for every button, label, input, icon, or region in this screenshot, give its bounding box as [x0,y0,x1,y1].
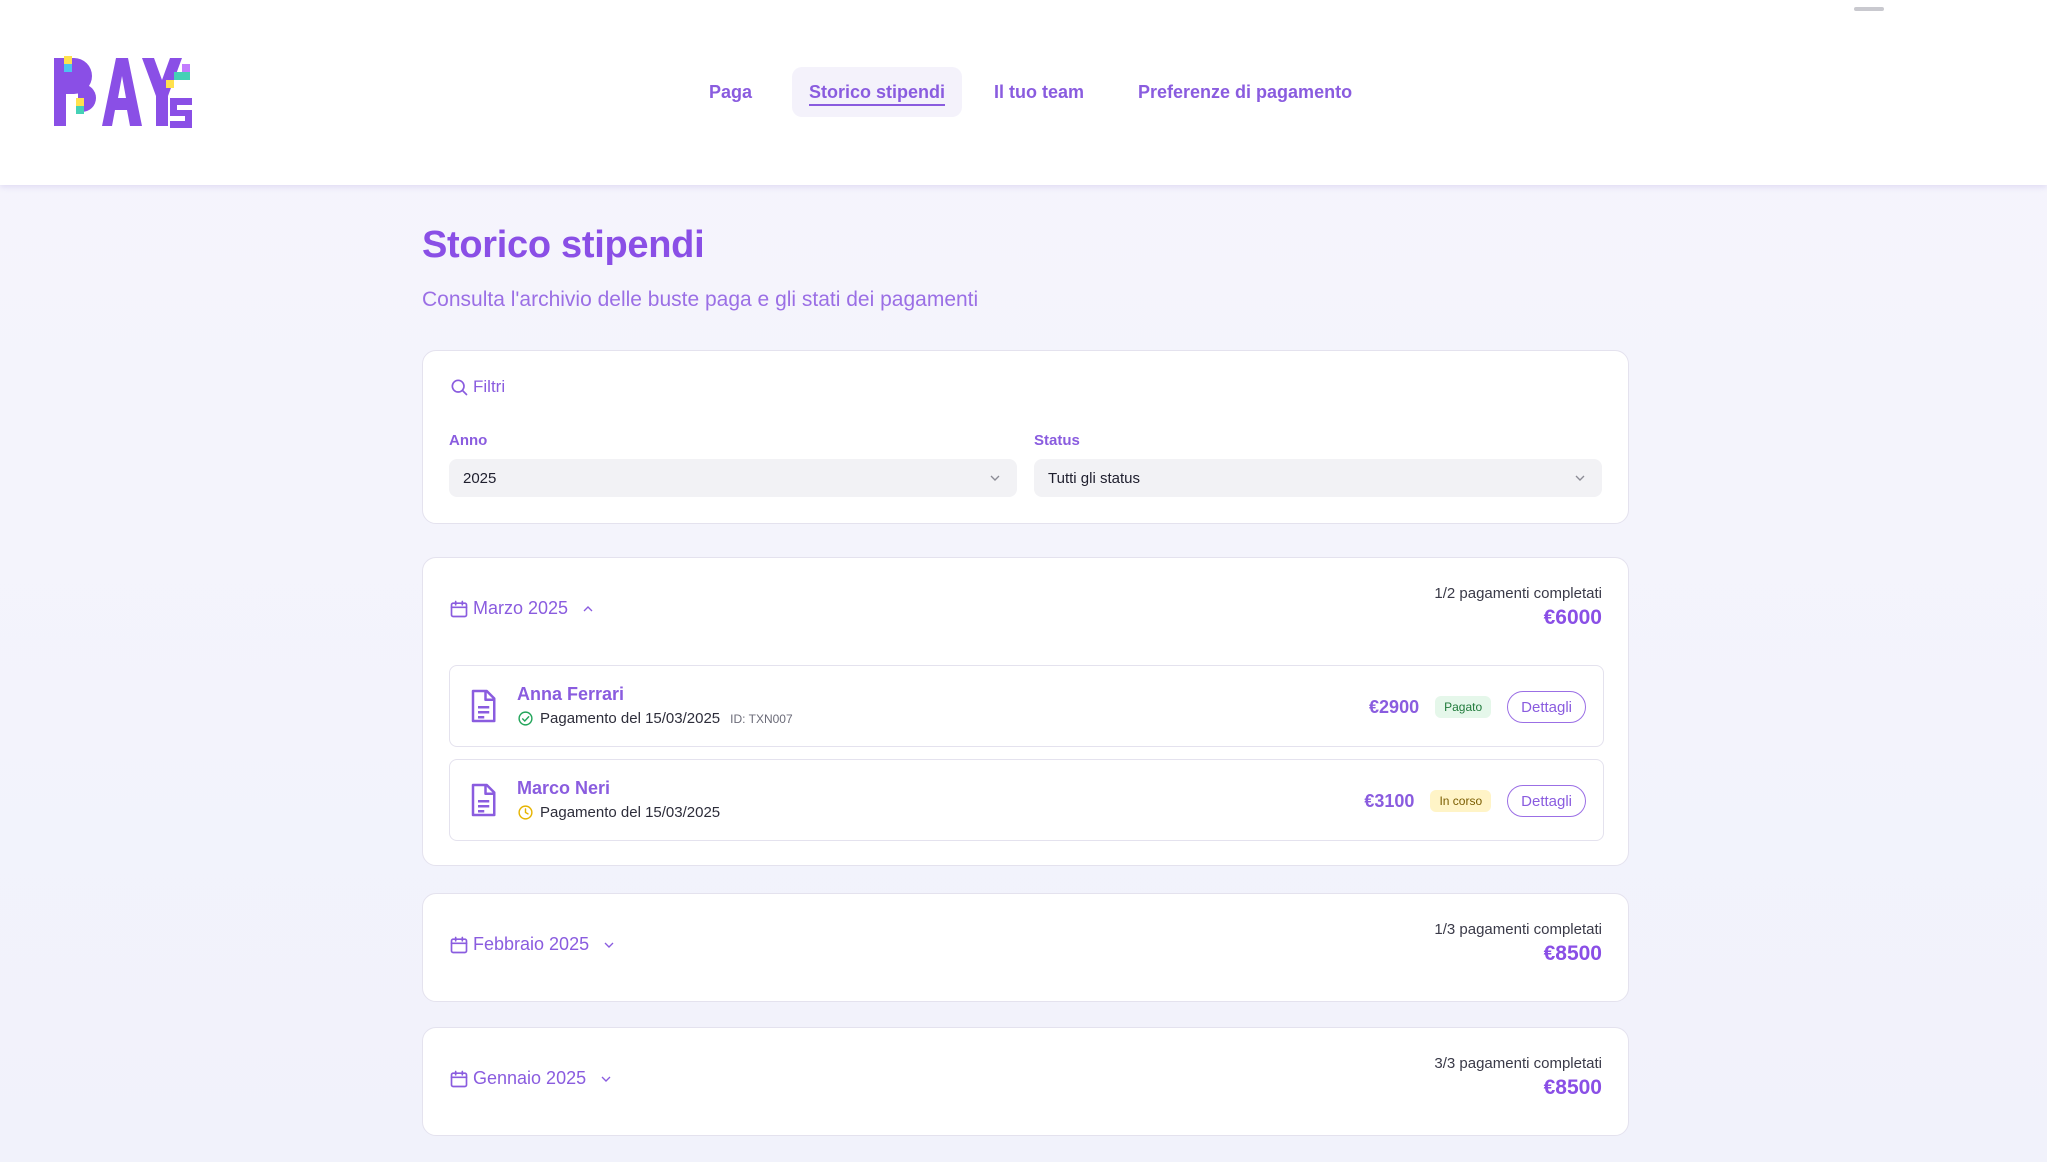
payment-date: Pagamento del 15/03/2025 [540,710,721,727]
month-summary: 1/3 pagamenti completati €8500 [1434,921,1602,966]
chevron-down-icon [1575,475,1585,481]
month-card-marzo-2025: Marzo 2025 1/2 pagamenti completati €600… [422,557,1629,866]
chevron-down-icon [601,1076,611,1082]
document-icon [471,689,496,723]
month-total: €6000 [1543,606,1602,629]
scroll-indicator[interactable] [1854,7,1884,11]
month-total: €8500 [1543,942,1602,965]
status-badge: In corso [1430,790,1492,812]
calendar-icon [450,600,468,617]
month-summary: 1/2 pagamenti completati €6000 [1434,585,1602,630]
nav-item-label: Preferenze di pagamento [1138,82,1353,102]
payment-amount: €3100 [1364,790,1415,811]
calendar-icon [450,936,468,953]
check-circle-icon [518,711,533,726]
payment-date: Pagamento del 15/03/2025 [540,804,721,821]
month-card-gennaio-2025: Gennaio 2025 3/3 pagamenti completati €8… [422,1027,1629,1136]
chevron-down-icon [604,942,614,948]
month-summary: 3/3 pagamenti completati €8500 [1434,1055,1602,1100]
year-filter-label: Anno [449,432,488,449]
chevron-up-icon [583,605,593,611]
month-toggle[interactable]: Marzo 2025 [449,598,596,619]
payment-meta: Pagamento del 15/03/2025 ID: TXN007 [517,710,793,727]
payment-row: Marco Neri Pagamento del 15/03/2025 €310… [449,759,1604,841]
nav-item-preferenze-pagamento[interactable]: Preferenze di pagamento [1121,67,1369,117]
month-label: Febbraio 2025 [473,934,590,954]
month-total: €8500 [1543,1076,1602,1099]
month-completed-count: 1/2 pagamenti completati [1434,585,1602,602]
status-filter-label: Status [1034,432,1080,449]
main-nav: Paga Storico stipendi Il tuo team Prefer… [0,67,2047,117]
page-subtitle: Consulta l'archivio delle buste paga e g… [422,288,979,311]
status-badge: Pagato [1435,696,1492,718]
search-icon [451,379,468,396]
details-button[interactable]: Dettagli [1507,785,1586,817]
month-toggle[interactable]: Febbraio 2025 [449,934,617,955]
year-select-value: 2025 [463,469,497,487]
payment-meta: Pagamento del 15/03/2025 [517,804,720,821]
year-select[interactable]: 2025 [449,459,1017,497]
employee-name[interactable]: Marco Neri [517,778,610,799]
page-title: Storico stipendi [422,224,705,266]
nav-item-il-tuo-team[interactable]: Il tuo team [977,67,1101,117]
top-header: Paga Storico stipendi Il tuo team Prefer… [0,0,2047,185]
transaction-id: ID: TXN007 [730,711,793,726]
filters-heading: Filtri [449,377,505,397]
chevron-down-icon [990,475,1000,481]
payment-row: Anna Ferrari Pagamento del 15/03/2025 ID… [449,665,1604,747]
month-completed-count: 3/3 pagamenti completati [1434,1055,1602,1072]
nav-item-label: Storico stipendi [809,82,946,106]
clock-icon [518,805,533,820]
status-select[interactable]: Tutti gli status [1034,459,1602,497]
nav-item-label: Paga [709,82,753,102]
month-label: Gennaio 2025 [473,1068,587,1088]
month-card-febbraio-2025: Febbraio 2025 1/3 pagamenti completati €… [422,893,1629,1002]
filters-card: Filtri Anno 2025 Status Tutti gli status [422,350,1629,524]
filters-heading-label: Filtri [473,377,506,396]
status-select-value: Tutti gli status [1048,469,1140,487]
document-icon [471,783,496,817]
payment-amount: €2900 [1369,696,1420,717]
nav-item-paga[interactable]: Paga [692,67,769,117]
month-toggle[interactable]: Gennaio 2025 [449,1068,614,1089]
month-label: Marzo 2025 [473,598,569,618]
calendar-icon [450,1070,468,1087]
payment-actions: €3100 In corso Dettagli [1364,760,1586,842]
month-completed-count: 1/3 pagamenti completati [1434,921,1602,938]
nav-item-storico-stipendi[interactable]: Storico stipendi [792,67,963,117]
details-button[interactable]: Dettagli [1507,691,1586,723]
employee-name[interactable]: Anna Ferrari [517,684,624,705]
nav-item-label: Il tuo team [994,82,1085,102]
payment-actions: €2900 Pagato Dettagli [1369,666,1586,748]
